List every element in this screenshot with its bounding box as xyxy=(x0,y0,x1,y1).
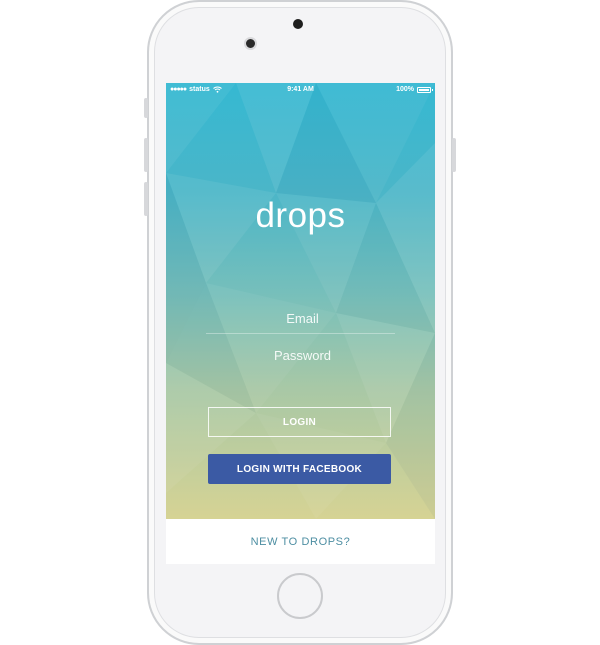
login-button-label: LOGIN xyxy=(282,416,317,428)
silent-switch xyxy=(144,98,148,118)
logo-text: drops xyxy=(255,196,346,235)
volume-down-button xyxy=(144,182,148,216)
login-button[interactable]: LOGIN xyxy=(208,407,391,437)
proximity-sensor xyxy=(293,19,303,29)
signup-bar[interactable]: NEW TO DROPS? xyxy=(166,519,435,564)
front-camera xyxy=(244,37,257,50)
volume-up-button xyxy=(144,138,148,172)
email-field[interactable] xyxy=(206,307,399,329)
facebook-login-button[interactable]: LOGIN WITH FACEBOOK xyxy=(208,454,391,484)
facebook-login-label: LOGIN WITH FACEBOOK xyxy=(236,463,363,475)
app-logo: drops xyxy=(166,196,435,236)
status-time: 9:41 AM xyxy=(287,86,314,93)
battery-info: 100% xyxy=(396,86,433,93)
battery-percent: 100% xyxy=(396,86,414,93)
signup-link[interactable]: NEW TO DROPS? xyxy=(251,536,351,548)
screen: ●●●●● status 9:41 AM 100% drops LOGIN LO… xyxy=(166,83,435,564)
password-field[interactable] xyxy=(206,344,399,366)
home-button[interactable] xyxy=(277,573,323,619)
field-divider xyxy=(206,333,395,334)
power-button xyxy=(452,138,456,172)
status-bar: ●●●●● status 9:41 AM 100% xyxy=(166,83,435,98)
battery-icon xyxy=(417,86,433,93)
